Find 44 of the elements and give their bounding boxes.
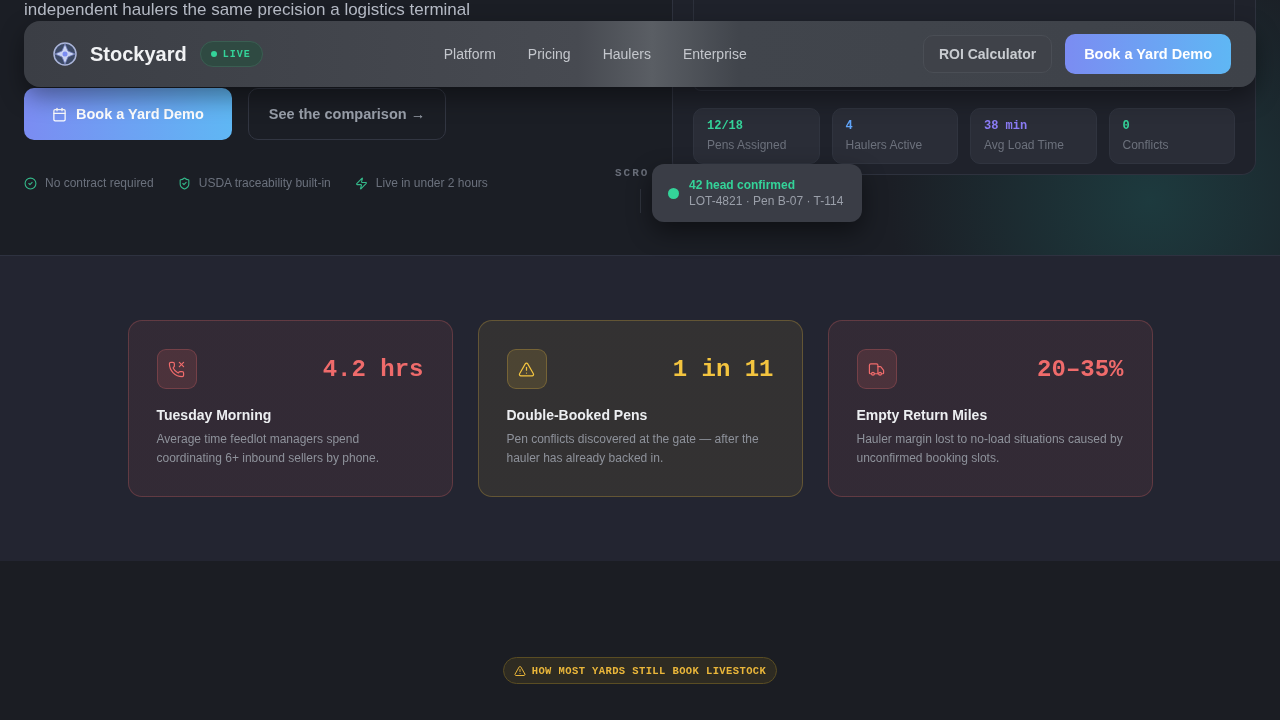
card-title: Empty Return Miles [856,407,989,423]
card-description: Average time feedlot managers spend coordinating 6+ inbound sellers by phone. [156,431,380,467]
stat-value: 4.2 hrs [322,355,424,383]
toast-detail: LOT-4821 · Pen B-07 · T-114 [689,194,844,208]
card-title: Double-Booked Pens [506,407,649,423]
live-badge: LIVE [199,41,263,67]
comparison-button[interactable]: See the comparison → [247,88,447,140]
warning-icon [518,360,535,378]
phone-icon [168,360,185,378]
stat-value: 1 in 11 [672,355,774,383]
assurance-text: No contract required [45,176,154,190]
roi-calculator-button[interactable]: ROI Calculator [922,35,1053,73]
shield-icon [177,176,191,190]
nav-link[interactable]: Enterprise [682,46,747,62]
stat-label: Conflicts [1122,138,1170,152]
stat-label: Haulers Active [845,138,924,152]
check-circle-icon [24,176,37,190]
lightning-icon [354,176,368,190]
brand-name: Stockyard [90,42,187,66]
card-title: Tuesday Morning [156,407,273,423]
nav-link[interactable]: Platform [443,46,496,62]
stat-value: 20–35% [1037,355,1124,383]
status-dot [668,187,679,199]
scroll-hint: SCRO [615,167,650,179]
stat-value: 0 [1122,119,1131,133]
assurance-text: USDA traceability built-in [198,176,331,190]
hero-text: independent haulers the same precision a logistics terminal [24,0,472,19]
calendar-icon [52,106,67,122]
nav-link[interactable]: Haulers [602,46,651,62]
stat-label: Avg Load Time [984,138,1065,152]
book-demo-button[interactable]: Book a Yard Demo [1065,34,1231,74]
warning-icon [513,664,526,677]
card-description: Pen conflicts discovered at the gate — after the hauler has already backed in. [506,431,760,467]
card-description: Hauler margin lost to no-load situations caused by unconfirmed booking slots. [856,431,1124,467]
stat-value: 12/18 [707,119,744,133]
stat-value: 4 [845,119,854,133]
section-eyebrow: HOW MOST YARDS STILL BOOK LIVESTOCK [502,657,778,684]
stat-label: Pens Assigned [707,138,788,152]
toast-title: 42 head confirmed [689,178,797,192]
stat-value: 38 min [984,119,1029,133]
truck-icon [868,360,885,378]
nav-link[interactable]: Pricing [527,46,571,62]
logo-icon [52,41,78,67]
assurance-text: Live in under 2 hours [375,176,488,190]
